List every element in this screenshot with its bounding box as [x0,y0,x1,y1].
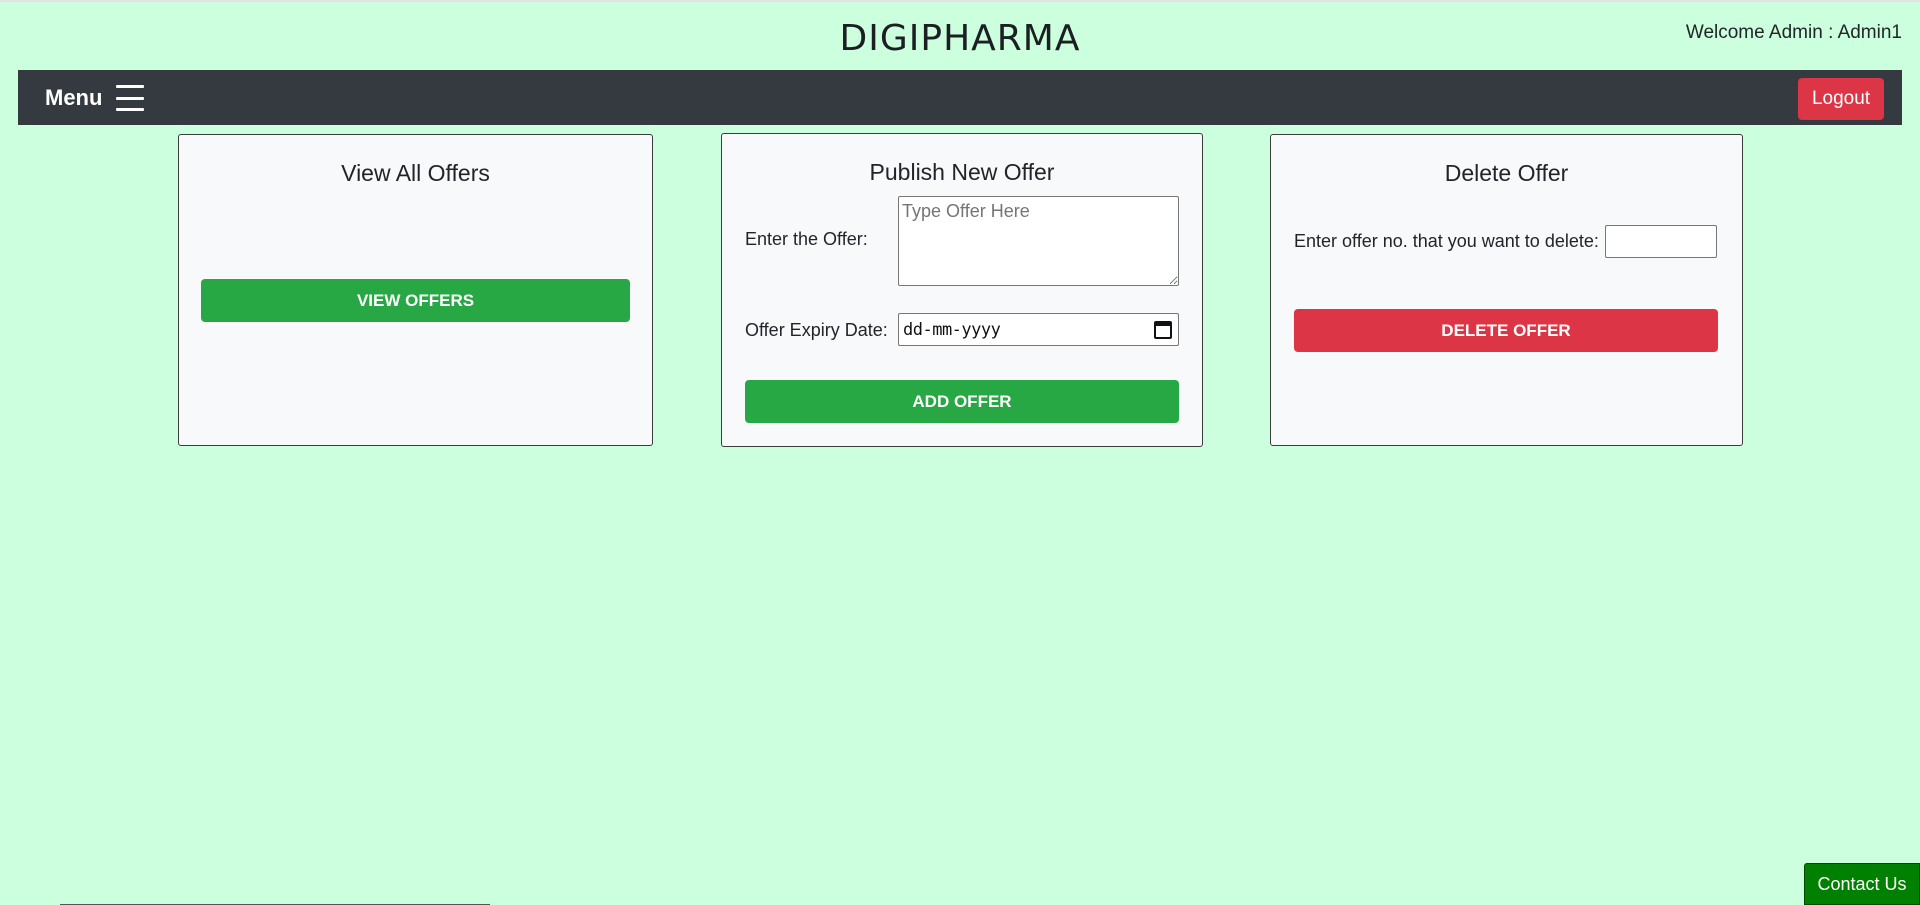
welcome-text: Welcome Admin : Admin1 [1685,22,1902,43]
hamburger-icon[interactable] [116,85,145,111]
expiry-date-value: dd-mm-yyyy [903,320,1001,340]
calendar-icon[interactable] [1154,321,1172,339]
menu-label: Menu [45,85,103,110]
navbar: Menu Logout [18,70,1902,125]
expiry-date-label: Offer Expiry Date: [745,320,888,340]
site-header: DIGIPHARMA Welcome Admin : Admin1 [0,2,1920,70]
logout-button[interactable]: Logout [1798,78,1884,120]
delete-offer-button[interactable]: DELETE OFFER [1294,309,1718,352]
publish-offer-card: Publish New Offer Enter the Offer: Offer… [721,133,1203,447]
expiry-date-input[interactable]: dd-mm-yyyy [898,313,1179,346]
delete-offer-card: Delete Offer Enter offer no. that you wa… [1270,134,1743,446]
delete-offer-title: Delete Offer [1444,160,1569,186]
view-offers-card: View All Offers VIEW OFFERS [178,134,653,446]
brand-title: DIGIPHARMA [839,18,1081,59]
add-offer-button[interactable]: ADD OFFER [745,380,1179,423]
delete-offer-label: Enter offer no. that you want to delete: [1294,231,1599,251]
view-offers-title: View All Offers [341,160,490,186]
contact-us-button[interactable]: Contact Us [1804,863,1920,905]
publish-offer-title: Publish New Offer [869,159,1055,185]
offer-text-input[interactable] [898,196,1179,286]
menu-toggle[interactable]: Menu [45,81,145,115]
offer-text-label: Enter the Offer: [745,229,868,249]
view-offers-button[interactable]: VIEW OFFERS [201,279,630,322]
delete-offer-number-input[interactable] [1605,225,1717,258]
